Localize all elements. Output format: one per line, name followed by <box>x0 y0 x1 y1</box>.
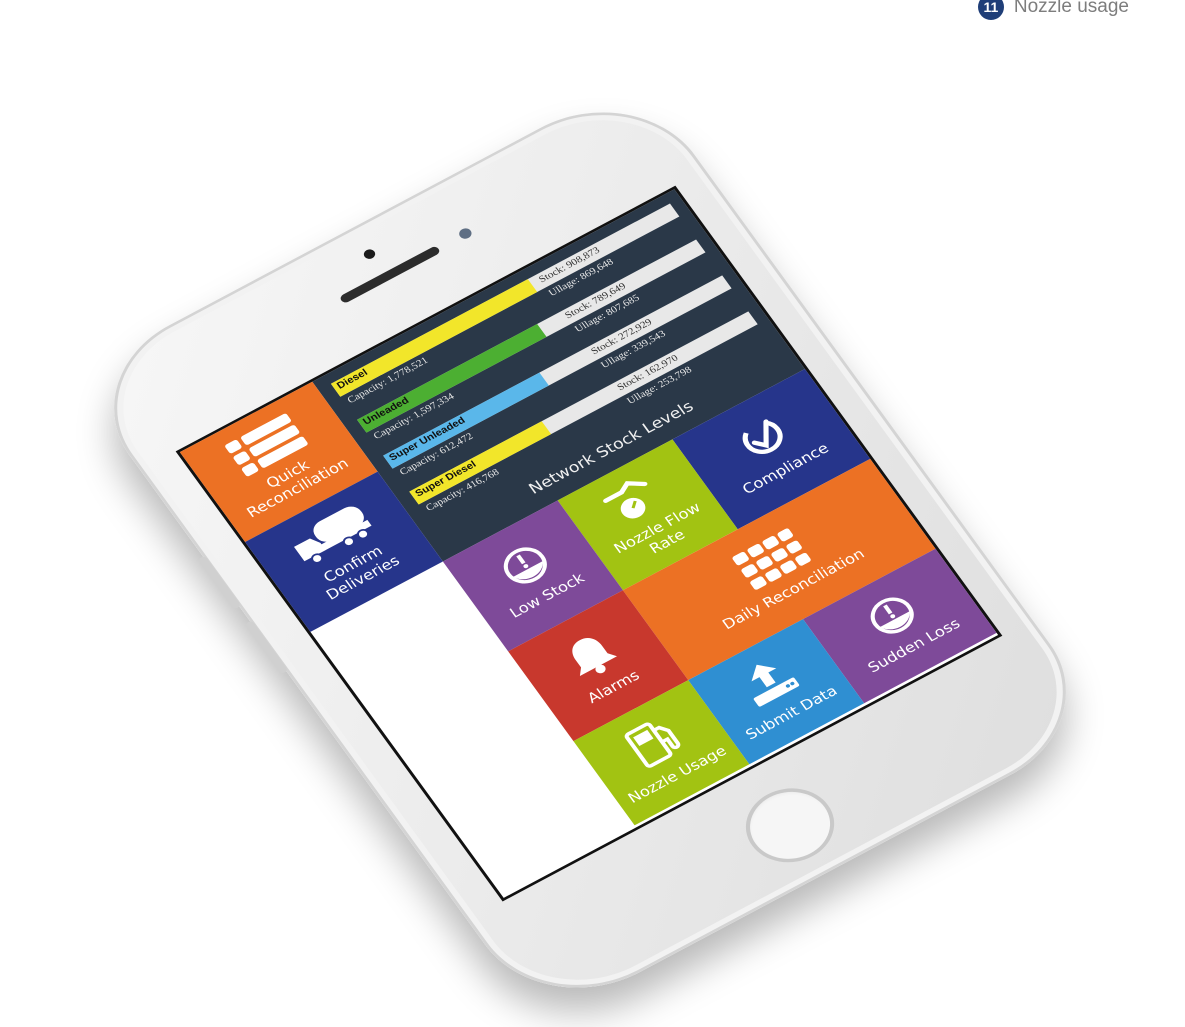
phone-device: Diesel Stock: 908,873 Capacity: 1,778,52… <box>72 76 1108 1024</box>
phone-illustration: Diesel Stock: 908,873 Capacity: 1,778,52… <box>0 0 1185 1024</box>
